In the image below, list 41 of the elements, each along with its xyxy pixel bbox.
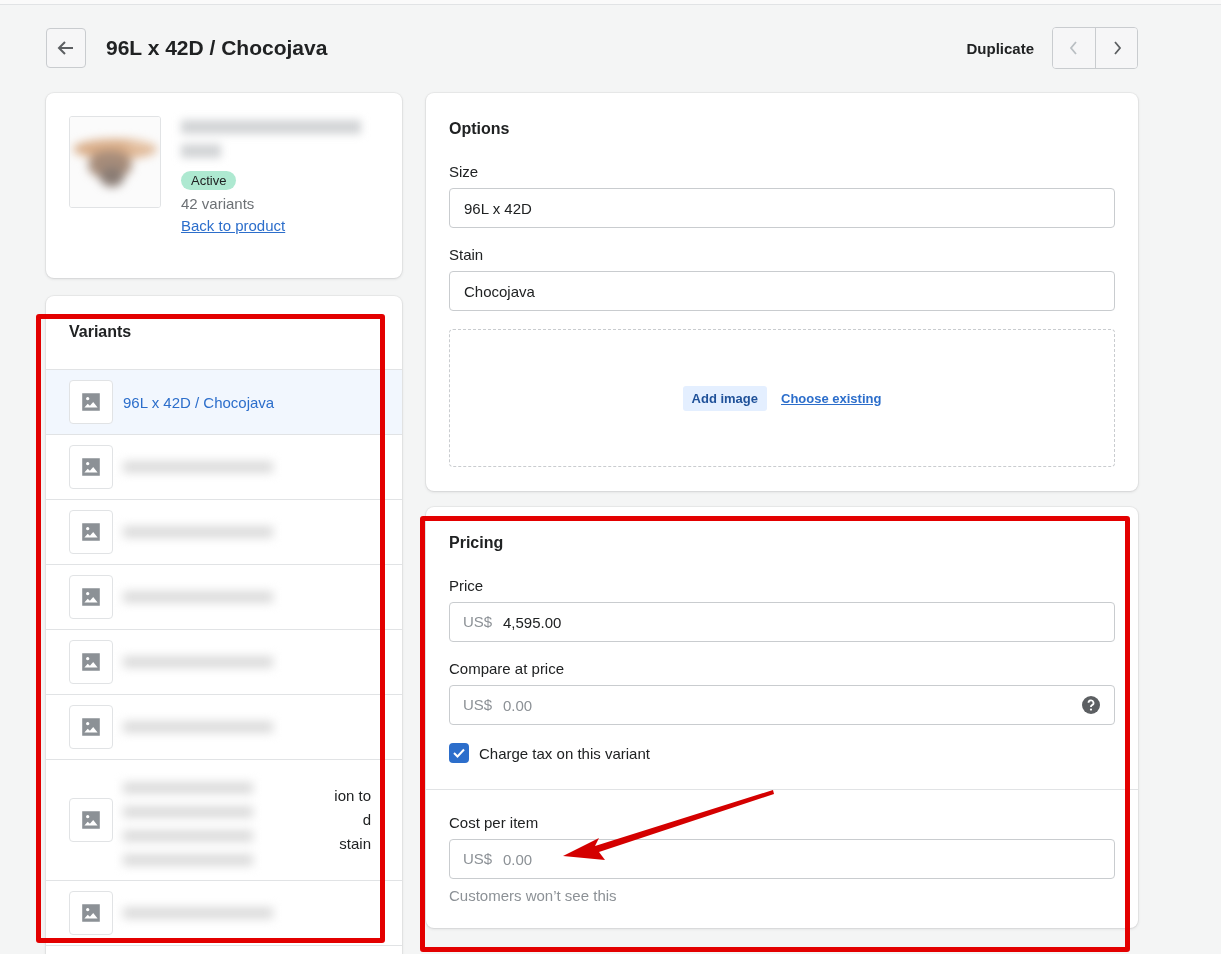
field-label: Stain [449, 246, 485, 263]
partial-text: ion to [334, 786, 371, 806]
partial-text: d [362, 810, 371, 830]
page-title: 96L x 42D / Chocojava [106, 36, 329, 60]
card-title: Options [449, 120, 511, 138]
variant-row[interactable]: ion to d stain [46, 760, 402, 881]
variant-row[interactable]: 96L x 42D / Chocojava [46, 370, 402, 435]
checkmark-icon [452, 746, 466, 760]
partial-text: stain [339, 834, 371, 854]
status-badge: Active [181, 171, 237, 190]
field-label: Size [449, 163, 480, 180]
choose-existing-link[interactable]: Choose existing [781, 390, 882, 406]
image-icon [80, 902, 102, 924]
text-field[interactable]: Chocojava [449, 271, 1115, 311]
image-icon [80, 586, 102, 608]
add-image-button[interactable]: Add image [682, 385, 767, 411]
checkbox[interactable] [449, 743, 469, 763]
image-icon [80, 456, 102, 478]
image-icon [80, 809, 102, 831]
image-icon [80, 716, 102, 738]
currency-prefix: US$ [463, 696, 493, 713]
chevron-left-icon [1068, 41, 1080, 55]
duplicate-button[interactable]: Duplicate [966, 33, 1034, 63]
help-icon[interactable] [1081, 695, 1101, 715]
card-title: Pricing [449, 534, 505, 552]
help-text: Customers won’t see this [449, 887, 618, 904]
field-label: Compare at price [449, 660, 566, 677]
currency-prefix: US$ [463, 613, 493, 630]
text-field[interactable]: 96L x 42D [449, 188, 1115, 228]
image-icon [80, 391, 102, 413]
field-label: Price [449, 577, 485, 594]
image-dropzone[interactable]: Add image Choose existing [449, 329, 1115, 467]
currency-prefix: US$ [463, 850, 493, 867]
back-to-product-link[interactable]: Back to product [181, 217, 286, 234]
image-icon [80, 521, 102, 543]
image-icon [80, 651, 102, 673]
variant-count: 42 variants [181, 195, 255, 212]
variant-label: 96L x 42D / Chocojava [123, 393, 275, 411]
field-label: Cost per item [449, 814, 540, 831]
back-button[interactable] [46, 28, 86, 68]
checkbox-label: Charge tax on this variant [479, 744, 650, 762]
